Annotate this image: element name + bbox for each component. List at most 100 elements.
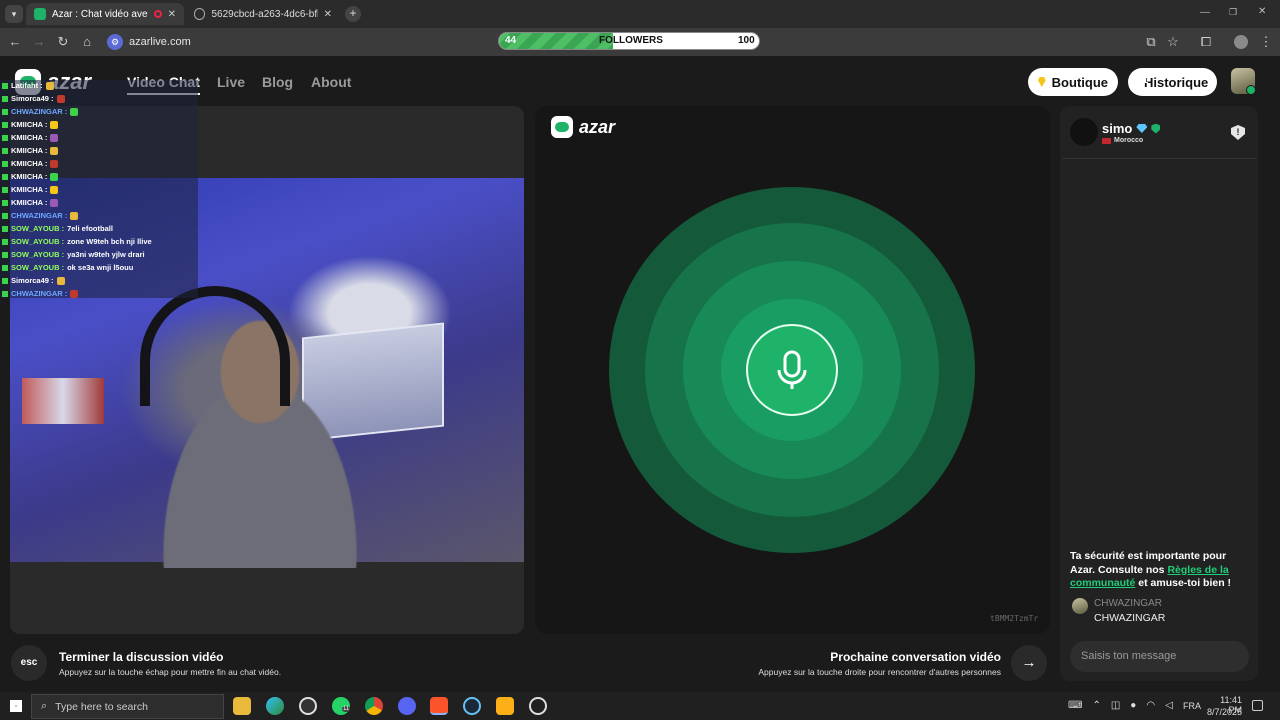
tab-title: Azar : Chat vidéo avec de n [51,8,148,20]
rockstar-icon[interactable] [496,697,514,715]
mic-tray-icon[interactable]: ● [1130,700,1136,711]
emote-icon [50,198,59,207]
historique-button[interactable]: Historique [1128,68,1217,96]
edge-icon[interactable] [266,697,284,715]
chat-overlay-line: SOW_AYOUB : ya3ni w9teh yjlw drari [2,248,145,261]
message-input[interactable]: Saisis ton message [1070,641,1249,672]
tab-second[interactable]: 5629cbcd-a263-4dc6-bfbf-c65 ✕ [186,3,340,25]
chat-overlay-user: KMIICHA : [11,198,48,207]
chat-overlay-user: KMIICHA : [11,172,48,181]
network-icon[interactable]: ◫ [1111,700,1120,711]
close-window-icon[interactable]: ✕ [1258,6,1266,17]
chat-overlay-line: KMIICHA : [2,183,59,196]
obs-icon[interactable] [299,697,317,715]
platform-badge-icon [2,225,8,232]
platform-badge-icon [2,277,8,284]
minimize-icon[interactable]: — [1200,7,1210,18]
chrome-icon[interactable] [365,697,383,715]
home-icon[interactable]: ⌂ [79,34,95,50]
user-avatar[interactable] [1231,68,1256,95]
close-tab-icon[interactable]: ✕ [168,9,176,20]
whatsapp-badge: 11 [342,706,351,712]
back-icon[interactable]: ← [7,34,23,50]
emote-icon [50,120,59,129]
wall-photos [22,378,104,424]
file-explorer-icon[interactable] [233,697,251,715]
reload-icon[interactable]: ↻ [55,34,71,50]
cast-icon[interactable]: ⧉ [1143,34,1159,50]
menu-kebab-icon[interactable]: ⋮ [1258,34,1274,50]
address-bar[interactable]: azarlive.com [129,36,191,48]
app-icon[interactable] [529,697,547,715]
next-chat-hint: Appuyez sur la touche droite pour rencon… [758,667,1001,677]
chat-overlay-message: zone W9teh bch nji llive [67,237,152,246]
emote-icon [56,276,65,285]
chat-overlay-message: ya3ni w9teh yjlw drari [67,250,145,259]
partner-avatar[interactable] [1070,118,1098,146]
chat-overlay-user: KMIICHA : [11,146,48,155]
tab-azar[interactable]: Azar : Chat vidéo avec de n ✕ [26,3,184,25]
historique-label: Historique [1144,74,1209,90]
new-tab-button[interactable]: + [345,6,361,22]
mic-button[interactable] [746,324,838,416]
chat-overlay-user: KMIICHA : [11,133,48,142]
tab-list-button[interactable]: ▾ [5,5,23,23]
followers-goal: 100 [738,35,755,46]
windows-start-icon[interactable] [10,700,22,712]
keyboard-icon[interactable]: ⌨ [1068,700,1082,711]
site-info-icon[interactable]: ⚙ [107,34,123,50]
clock-date[interactable]: 8/7/2025 [1204,707,1242,717]
boutique-label: Boutique [1051,74,1108,90]
azar-favicon-icon [34,8,46,20]
chat-overlay-line: CHWAZINGAR : [2,287,79,300]
steam-icon[interactable] [463,697,481,715]
platform-badge-icon [2,108,8,115]
platform-badge-icon [2,160,8,167]
esc-key-button[interactable]: esc [11,645,47,681]
chevron-up-icon[interactable]: ⌃ [1092,700,1100,711]
chat-overlay-user: SOW_AYOUB : [11,263,65,272]
nav-blog[interactable]: Blog [262,74,293,90]
taskbar-search[interactable]: ⌕ Type here to search [31,694,224,719]
emote-icon [50,146,59,155]
followers-current: 44 [505,35,517,46]
discord-icon[interactable] [398,697,416,715]
bookmark-star-icon[interactable]: ☆ [1165,34,1181,50]
followers-progress-fill [499,33,614,49]
close-tab-icon[interactable]: ✕ [324,9,332,20]
chat-overlay-user: Latifaht : [11,81,43,90]
chat-overlay-line: SOW_AYOUB : ok se3a wnji l5ouu [2,261,133,274]
extensions-icon[interactable]: ⧠ [1198,34,1214,50]
microphone-icon [777,350,807,389]
profile-avatar-icon[interactable] [1234,35,1248,49]
chat-overlay-user: Simorca49 : [11,276,54,285]
volume-icon[interactable]: ◁ [1165,700,1173,711]
whatsapp-icon[interactable]: 11 [332,697,351,715]
chat-overlay-line: SOW_AYOUB : zone W9teh bch nji llive [2,235,152,248]
chat-overlay-user: Simorca49 : [11,94,54,103]
center-azar-logo: azar [551,116,615,138]
next-chat-button[interactable]: → [1011,645,1047,681]
nav-about[interactable]: About [311,74,351,90]
platform-badge-icon [2,134,8,141]
brave-icon[interactable] [430,697,448,715]
wifi-icon[interactable]: ◠ [1146,700,1155,711]
nav-live[interactable]: Live [217,74,245,90]
chat-overlay-message: 7eli efootball [67,224,113,233]
gem-icon [1038,77,1046,87]
chat-overlay-line: KMIICHA : [2,144,59,157]
end-chat-title: Terminer la discussion vidéo [59,650,224,664]
boutique-button[interactable]: Boutique [1028,68,1118,96]
language-indicator[interactable]: FRA [1183,701,1201,711]
emote-icon [50,159,59,168]
forward-icon[interactable]: → [31,34,47,50]
emote-icon [45,81,54,90]
chat-overlay-user: CHWAZINGAR : [11,107,68,116]
tab-title: 5629cbcd-a263-4dc6-bfbf-c65 [211,8,318,20]
platform-badge-icon [2,173,8,180]
restore-icon[interactable]: ❐ [1229,7,1237,18]
platform-badge-icon [2,290,8,297]
notification-icon[interactable] [1252,700,1263,711]
partner-country: Morocco [1102,137,1143,144]
chat-overlay-line: SOW_AYOUB :7eli efootball [2,222,113,235]
